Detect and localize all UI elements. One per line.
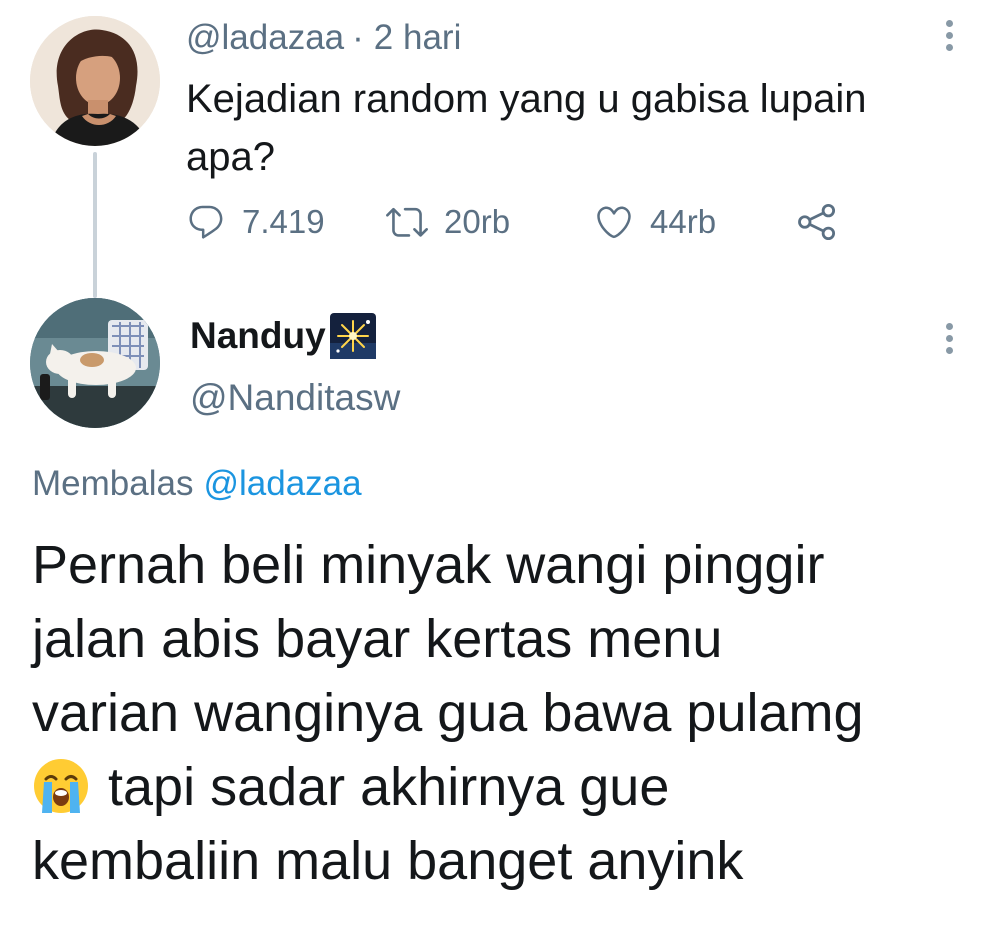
display-name-text: Nanduy — [190, 315, 326, 356]
share-button[interactable] — [796, 196, 838, 248]
reply-text-line-with-emoji: tapi sadar akhirnya gue — [32, 750, 982, 824]
avatar-ladazaa[interactable] — [30, 16, 160, 146]
reply-handle[interactable]: @Nanditasw — [190, 377, 400, 419]
more-vertical-icon[interactable] — [946, 323, 954, 354]
header-separator: · — [352, 18, 364, 57]
parent-tweet-text: Kejadian random yang u gabisa lupain apa… — [186, 77, 867, 179]
like-count: 44rb — [650, 203, 717, 240]
loudly-crying-face-emoji — [34, 759, 88, 813]
parent-tweet-header: @ladazaa · 2 hari — [186, 18, 461, 58]
share-icon — [798, 203, 836, 241]
reply-icon — [189, 205, 223, 239]
more-vertical-icon[interactable] — [946, 20, 954, 51]
retweet-button[interactable]: 20rb — [386, 196, 510, 248]
retweet-count: 20rb — [444, 203, 511, 240]
avatar-photo — [30, 298, 160, 428]
reply-text-line: kembaliin malu banget anyink — [32, 831, 744, 891]
reply-text-segment: tapi sadar akhirnya gue — [108, 757, 670, 817]
sparkler-emoji — [329, 313, 376, 359]
reply-display-name[interactable]: Nanduy — [190, 313, 376, 359]
reply-count: 7.419 — [242, 203, 325, 240]
replying-to-line: Membalas @ladazaa — [32, 464, 362, 504]
tweet-actions-bar: 7.419 20rb 44rb — [186, 196, 886, 248]
parent-timestamp[interactable]: 2 hari — [374, 18, 462, 57]
reply-tweet-text: Pernah beli minyak wangi pinggir jalan a… — [32, 528, 982, 898]
heart-icon — [597, 206, 631, 239]
avatar-nanditasw[interactable] — [30, 298, 160, 428]
reply-text-line: Pernah beli minyak wangi pinggir — [32, 535, 825, 595]
thread-connector-line — [93, 152, 97, 298]
avatar-photo — [30, 16, 160, 146]
retweet-icon — [386, 207, 428, 237]
reply-button[interactable]: 7.419 — [186, 196, 325, 248]
like-button[interactable]: 44rb — [594, 196, 716, 248]
reply-text-line: varian wanginya gua bawa pulamg — [32, 683, 864, 743]
replying-mention-link[interactable]: @ladazaa — [203, 464, 361, 503]
reply-text-line: jalan abis bayar kertas menu — [32, 609, 723, 669]
parent-handle[interactable]: @ladazaa — [186, 18, 344, 57]
replying-prefix: Membalas — [32, 464, 194, 503]
